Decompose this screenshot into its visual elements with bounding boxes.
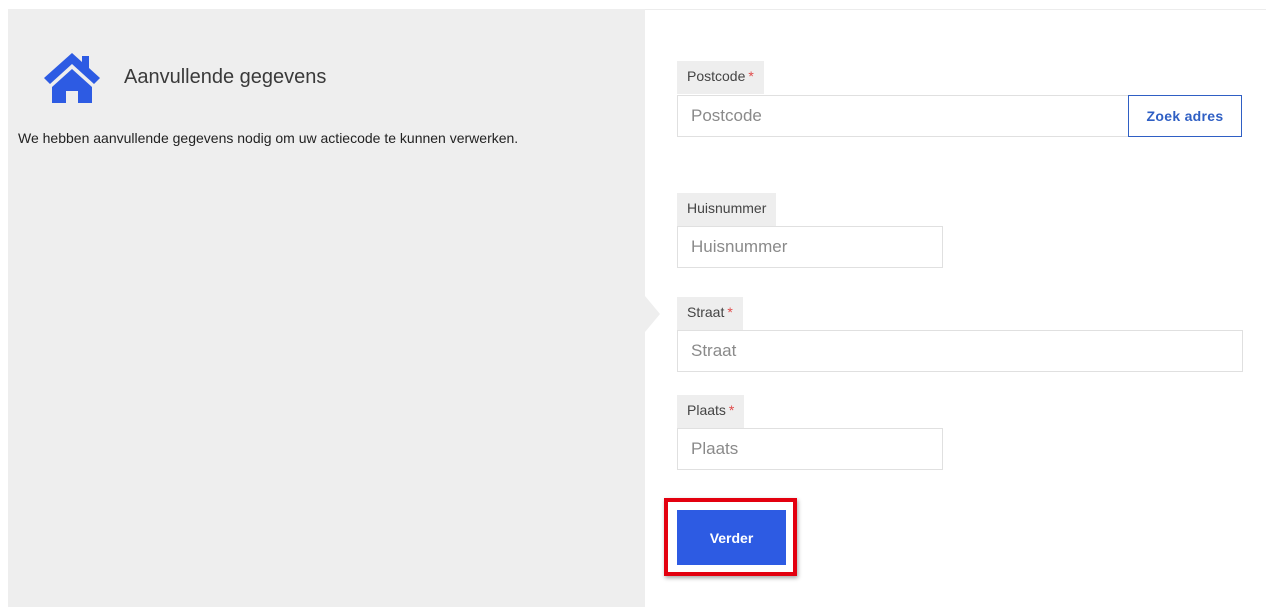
- huisnummer-input[interactable]: [677, 226, 943, 268]
- home-icon: [44, 53, 100, 103]
- straat-label: Straat *: [677, 297, 743, 330]
- panel-pointer-arrow: [645, 296, 660, 332]
- huisnummer-label: Huisnummer: [677, 193, 777, 226]
- postcode-label: Postcode *: [677, 61, 764, 94]
- info-panel: [8, 9, 645, 607]
- plaats-input[interactable]: [677, 428, 943, 470]
- postcode-label-text: Postcode: [687, 68, 746, 84]
- plaats-label-text: Plaats: [687, 402, 726, 418]
- required-marker: *: [748, 68, 754, 84]
- top-divider: [645, 9, 1266, 10]
- required-marker: *: [727, 304, 733, 320]
- required-marker: *: [728, 402, 735, 418]
- verder-button[interactable]: Verder: [677, 510, 786, 565]
- plaats-label: Plaats *: [677, 395, 745, 428]
- straat-label-text: Straat: [687, 304, 725, 320]
- huisnummer-label-text: Huisnummer: [687, 200, 767, 216]
- postcode-input[interactable]: [677, 95, 1129, 137]
- panel-title: Aanvullende gegevens: [124, 66, 327, 88]
- panel-description: We hebben aanvullende gegevens nodig om …: [18, 130, 519, 146]
- zoek-adres-button[interactable]: Zoek adres: [1128, 95, 1242, 137]
- page: Aanvullende gegevens We hebben aanvullen…: [0, 0, 1266, 607]
- straat-input[interactable]: [677, 330, 1243, 372]
